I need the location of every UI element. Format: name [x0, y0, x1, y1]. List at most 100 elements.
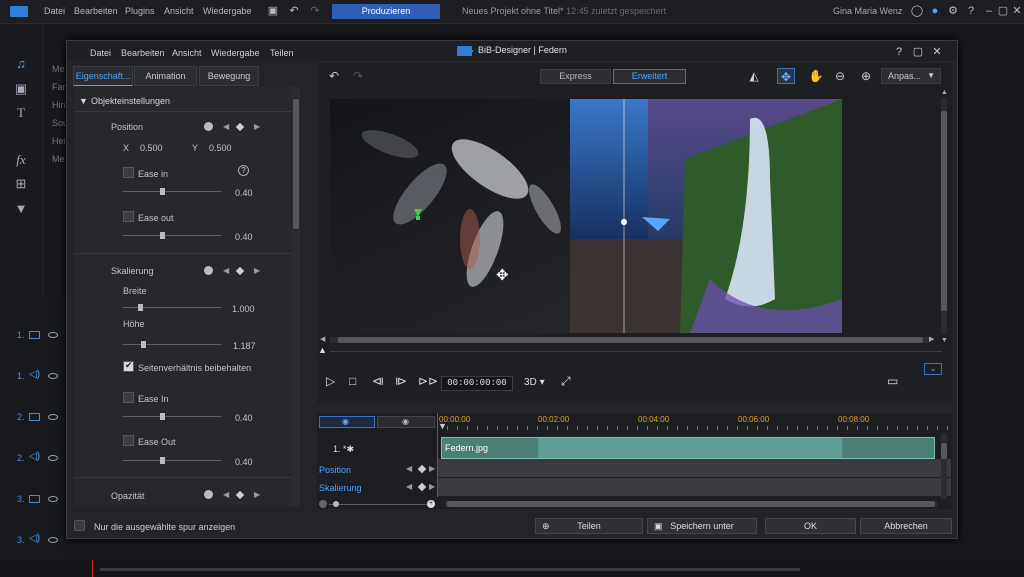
slider-thumb[interactable] [160, 188, 165, 195]
eye-icon[interactable] [48, 414, 58, 420]
timecode-display[interactable]: 00:00:00:00 [441, 376, 513, 391]
play-icon[interactable]: ▷ [326, 374, 335, 388]
scrollbar-thumb[interactable] [293, 99, 299, 229]
image-icon[interactable]: ▣ [12, 81, 30, 97]
undo-icon[interactable]: ↶ [287, 4, 301, 18]
cancel-button[interactable]: Abbrechen [860, 518, 952, 534]
next-frame-icon[interactable]: ⧐ [395, 374, 407, 388]
eye-icon[interactable] [48, 373, 58, 379]
slider-thumb[interactable] [138, 304, 143, 311]
scrubber-handle-icon[interactable]: ▲ [318, 345, 327, 355]
next-keyframe-icon[interactable]: ▶ [254, 490, 260, 499]
next-keyframe-icon[interactable]: ▶ [429, 464, 435, 473]
slider-thumb[interactable] [141, 341, 146, 348]
hand-icon[interactable]: ✋ [807, 68, 825, 84]
timeline-zoom-slider[interactable] [329, 501, 429, 507]
prev-keyframe-icon[interactable]: ◀ [406, 464, 412, 473]
only-selected-track-checkbox[interactable] [74, 520, 85, 531]
timeline-vscroll[interactable] [941, 433, 947, 499]
dialog-menu-bearbeiten[interactable]: Bearbeiten [121, 48, 165, 58]
zoom-in-icon[interactable]: + [427, 500, 435, 508]
prev-keyframe-icon[interactable]: ◀ [223, 490, 229, 499]
undo-icon[interactable]: ↶ [325, 68, 343, 84]
scale-ease-out-slider[interactable] [123, 457, 221, 464]
scale-ease-in-checkbox[interactable] [123, 392, 134, 403]
dialog-menu-datei[interactable]: Datei [90, 48, 111, 58]
dialog-menu-ansicht[interactable]: Ansicht [172, 48, 202, 58]
ease-out-checkbox[interactable] [123, 211, 134, 222]
help-icon[interactable]: ? [893, 46, 905, 58]
prev-keyframe-icon[interactable]: ◀ [406, 482, 412, 491]
eye-icon[interactable] [48, 455, 58, 461]
save-icon[interactable]: ▣ [266, 4, 280, 18]
ease-out-slider[interactable] [123, 232, 221, 239]
help-icon[interactable]: ? [238, 165, 249, 176]
pip-icon[interactable]: ⊞ [12, 176, 30, 192]
timeline-hscroll[interactable] [445, 501, 937, 507]
preview-scrubber[interactable] [330, 351, 942, 352]
height-slider[interactable] [123, 341, 221, 348]
next-keyframe-icon[interactable]: ▶ [254, 122, 260, 131]
timeline-playhead[interactable] [437, 413, 438, 497]
zoom-out-icon[interactable] [319, 500, 327, 508]
width-slider[interactable] [123, 304, 221, 311]
zoom-select[interactable]: Anpas... ▼ [881, 68, 941, 84]
scaling-keyframe-row[interactable] [437, 478, 951, 496]
fast-forward-icon[interactable]: ⊳⊳ [418, 374, 438, 388]
slider-thumb[interactable] [160, 232, 165, 239]
slider-thumb[interactable] [333, 501, 339, 507]
help-icon[interactable]: ? [964, 4, 978, 18]
view-toggle-right[interactable]: ◉ [377, 416, 435, 428]
preview-canvas[interactable]: ✥ [330, 99, 842, 333]
x-value[interactable]: 0.500 [140, 143, 163, 153]
move-tool-icon[interactable]: ✥ [777, 68, 795, 84]
zoom-out-icon[interactable]: ⊖ [831, 68, 849, 84]
keep-ratio-checkbox[interactable] [123, 360, 134, 372]
redo-icon[interactable]: ↷ [308, 4, 322, 18]
redo-icon[interactable]: ↷ [349, 68, 367, 84]
stopwatch-icon[interactable] [204, 490, 213, 499]
eye-icon[interactable] [48, 537, 58, 543]
menu-ansicht[interactable]: Ansicht [164, 6, 194, 16]
next-keyframe-icon[interactable]: ▶ [429, 482, 435, 491]
ok-button[interactable]: OK [765, 518, 856, 534]
scrollbar-thumb[interactable] [941, 111, 947, 311]
minimize-icon[interactable]: – [982, 4, 996, 18]
close-icon[interactable]: ✕ [1010, 4, 1024, 18]
scroll-right-icon[interactable]: ▶ [929, 335, 934, 343]
eye-icon[interactable] [48, 496, 58, 502]
next-keyframe-icon[interactable]: ▶ [254, 266, 260, 275]
account-icon[interactable]: ◯ [910, 4, 924, 18]
express-mode-button[interactable]: Express [540, 69, 611, 84]
flip-icon[interactable]: ◭ [745, 68, 763, 84]
track-row-scaling[interactable]: Skalierung [319, 483, 362, 493]
canvas-vscroll[interactable] [941, 99, 947, 333]
prev-keyframe-icon[interactable]: ◀ [223, 266, 229, 275]
advanced-mode-button[interactable]: Erweitert [613, 69, 686, 84]
scrollbar-thumb[interactable] [941, 443, 947, 459]
ease-in-checkbox[interactable] [123, 167, 134, 178]
dialog-menu-teilen[interactable]: Teilen [270, 48, 294, 58]
prev-frame-icon[interactable]: ⧏ [372, 374, 384, 388]
eye-icon[interactable] [48, 332, 58, 338]
save-as-button[interactable]: ▣ Speichern unter [647, 518, 757, 534]
stopwatch-icon[interactable] [204, 122, 213, 131]
zoom-in-icon[interactable]: ⊕ [857, 68, 875, 84]
scrollbar-thumb[interactable] [447, 501, 935, 507]
safe-zone-icon[interactable]: ▭ [887, 374, 898, 388]
title-icon[interactable]: T [12, 105, 30, 121]
share-button[interactable]: ⊕ Teilen [535, 518, 643, 534]
keyframe-icon[interactable] [235, 490, 245, 500]
clip[interactable]: Federn.jpg [441, 437, 935, 459]
prev-keyframe-icon[interactable]: ◀ [223, 122, 229, 131]
keyframe-icon[interactable] [235, 266, 245, 276]
gear-icon[interactable]: ⚙ [946, 4, 960, 18]
y-value[interactable]: 0.500 [209, 143, 232, 153]
scroll-up-icon[interactable]: ▲ [941, 89, 948, 96]
media-icon[interactable]: ♫ [12, 56, 30, 72]
time-ruler[interactable]: 00:00:00 00:02:00 00:04:00 00:06:00 00:0… [437, 413, 951, 433]
position-keyframe-row[interactable] [437, 459, 951, 477]
notification-icon[interactable]: ● [928, 4, 942, 18]
menu-wiedergabe[interactable]: Wiedergabe [203, 6, 252, 16]
close-icon[interactable]: ✕ [931, 46, 943, 58]
